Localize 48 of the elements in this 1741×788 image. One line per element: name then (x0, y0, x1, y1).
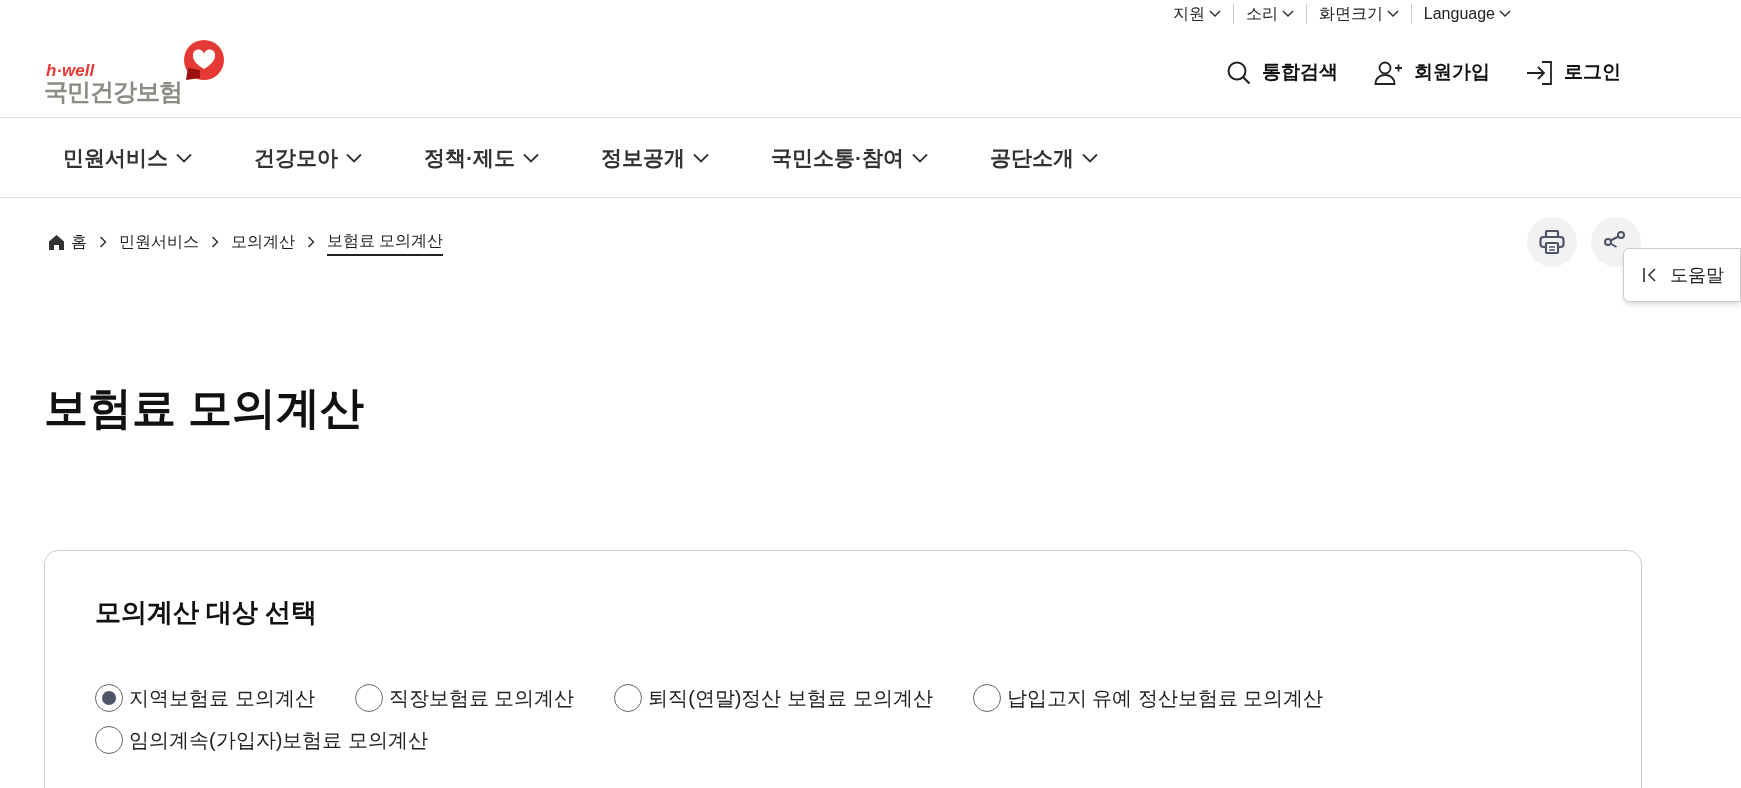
utility-menu-link[interactable]: 소리 (1245, 2, 1294, 26)
chevron-down-icon (912, 152, 928, 163)
logo-name: 국민건강보험 (44, 79, 182, 104)
radio-option[interactable]: 지역보험료 모의계산 (95, 683, 315, 713)
chevron-down-icon (1499, 10, 1511, 18)
user-plus-icon (1374, 59, 1404, 86)
main-nav-item[interactable]: 건강모아 (254, 141, 362, 174)
search-icon (1226, 59, 1252, 86)
main-nav-item[interactable]: 공단소개 (990, 141, 1098, 174)
breadcrumb-link[interactable]: 민원서비스 (119, 230, 199, 254)
radio-option[interactable]: 퇴직(연말)정산 보험료 모의계산 (614, 683, 933, 713)
home-icon (48, 234, 65, 250)
chevron-down-icon (1386, 10, 1399, 18)
print-button[interactable] (1527, 217, 1577, 267)
chevron-down-icon (523, 152, 539, 163)
radio-option[interactable]: 납입고지 유예 정산보험료 모의계산 (972, 683, 1324, 713)
breadcrumb-link[interactable]: 홈 (71, 230, 87, 254)
header-action-link[interactable]: 로그인 (1526, 58, 1621, 87)
card-title: 모의계산 대상 선택 (95, 599, 319, 625)
chevron-down-icon (693, 152, 709, 163)
login-icon (1526, 59, 1554, 86)
chevron-right-icon (307, 236, 315, 248)
utility-menu-link[interactable]: 화면크기 (1318, 2, 1399, 26)
chevron-down-icon (1281, 10, 1294, 18)
radio-option[interactable]: 임의계속(가입자)보험료 모의계산 (95, 725, 428, 755)
page-title: 보험료 모의계산 (43, 386, 366, 430)
chevron-down-icon (1082, 152, 1098, 163)
chevron-down-icon (1208, 10, 1221, 18)
utility-menu-link[interactable]: 지원 (1172, 2, 1221, 26)
header-action-link[interactable]: 회원가입 (1374, 58, 1490, 87)
main-nav-item[interactable]: 민원서비스 (63, 141, 192, 174)
main-nav-item[interactable]: 정책·제도 (424, 141, 539, 174)
breadcrumb-link[interactable]: 보험료 모의계산 (327, 228, 444, 256)
chevron-right-icon (99, 236, 107, 248)
utility-menu-link[interactable]: Language (1423, 2, 1511, 26)
main-nav-item[interactable]: 정보공개 (601, 141, 709, 174)
breadcrumb-link[interactable]: 모의계산 (231, 230, 295, 254)
logo-tagline: h·well (46, 61, 96, 79)
collapse-left-icon (1642, 267, 1658, 283)
print-icon (1539, 230, 1565, 254)
chevron-right-icon (211, 236, 219, 248)
main-nav-item[interactable]: 국민소통·참여 (771, 141, 928, 174)
help-tab[interactable]: 도움말 (1623, 248, 1741, 302)
chevron-down-icon (176, 152, 192, 163)
logo[interactable]: h·well 국민건강보험 (44, 41, 224, 104)
radio-option[interactable]: 직장보험료 모의계산 (354, 683, 575, 713)
header-action-link[interactable]: 통합검색 (1226, 58, 1338, 87)
chevron-down-icon (346, 152, 362, 163)
